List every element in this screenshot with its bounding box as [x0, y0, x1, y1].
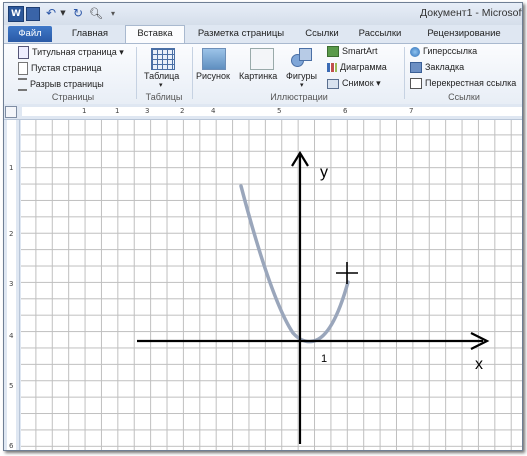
tab-selector-icon[interactable] — [5, 106, 17, 118]
ruler-track — [22, 107, 522, 116]
screenshot-button[interactable]: Снимок ▾ — [327, 78, 381, 89]
picture-icon[interactable] — [202, 48, 226, 70]
unit-tick-label: 1 — [321, 353, 327, 365]
ribbon-tabs: Файл Главная Вставка Разметка страницы С… — [4, 25, 522, 43]
cross-reference-icon — [410, 78, 422, 90]
group-tables-label: Таблицы — [145, 92, 183, 102]
window-title: Документ1 - Microsoft Word — [420, 7, 523, 19]
cross-reference-label: Перекрестная ссылка — [425, 78, 517, 88]
document-page[interactable]: y x 1 — [21, 120, 522, 450]
bookmark-icon — [410, 62, 422, 74]
tab-home[interactable]: Главная — [64, 26, 116, 42]
undo-dropdown-icon[interactable]: ▼ — [59, 6, 67, 21]
screenshot-label: Снимок — [342, 78, 374, 88]
table-button[interactable]: Таблица — [144, 71, 179, 81]
print-preview-icon[interactable]: 🔍︎ — [89, 6, 103, 21]
title-bar: W ↶ ▼ ↻ 🔍︎ ▾ Документ1 - Microsoft Word — [4, 3, 522, 26]
ruler-number: 7 — [409, 107, 414, 115]
horizontal-ruler[interactable]: 1 1 2 3 4 5 6 7 — [4, 104, 522, 120]
save-icon[interactable] — [26, 7, 40, 21]
tab-references[interactable]: Ссылки — [300, 26, 344, 42]
clipart-button[interactable]: Картинка — [239, 71, 277, 81]
ruler-number: 4 — [211, 107, 216, 115]
separator — [404, 47, 405, 99]
customize-toolbar-icon[interactable]: ▾ — [108, 6, 118, 21]
graph-drawing[interactable]: y x 1 — [21, 120, 522, 450]
smartart-icon — [327, 46, 339, 58]
tab-page-layout[interactable]: Разметка страницы — [191, 26, 291, 42]
tab-mailings[interactable]: Рассылки — [354, 26, 406, 42]
page-break-button[interactable]: Разрыв страницы — [18, 78, 104, 91]
parabola-curve[interactable] — [239, 184, 350, 344]
y-axis-label: y — [320, 164, 328, 181]
title-page-icon — [18, 46, 29, 59]
table-icon[interactable] — [151, 48, 175, 70]
ruler-number: 6 — [9, 442, 14, 450]
tab-file[interactable]: Файл — [8, 26, 52, 42]
chart-icon — [327, 63, 337, 73]
smartart-button[interactable]: SmartArt — [327, 46, 378, 58]
hyperlink-label: Гиперссылка — [423, 46, 478, 56]
bookmark-label: Закладка — [425, 62, 465, 72]
ruler-number: 2 — [180, 107, 185, 115]
crosshair-cursor-icon — [336, 262, 358, 284]
ruler-number: 3 — [145, 107, 150, 115]
ruler-number: 4 — [9, 332, 14, 340]
ruler-number: 1 — [9, 164, 14, 172]
shapes-label: Фигуры — [286, 71, 318, 81]
vertical-ruler[interactable]: 1 2 3 4 5 6 — [4, 120, 20, 450]
group-illustrations-label: Иллюстрации — [270, 92, 328, 102]
chart-label: Диаграмма — [340, 62, 387, 72]
chart-button[interactable]: Диаграмма — [327, 62, 387, 73]
bookmark-button[interactable]: Закладка — [410, 62, 465, 74]
word-app-icon[interactable]: W — [8, 6, 24, 22]
ribbon: Титульная страница ▾ Пустая страница Раз… — [4, 43, 522, 105]
page-break-label: Разрыв страницы — [30, 78, 104, 89]
clipart-icon[interactable] — [250, 48, 274, 70]
hyperlink-icon — [410, 46, 420, 57]
ruler-number: 5 — [277, 107, 282, 115]
screenshot-icon — [327, 78, 339, 89]
ruler-number: 1 — [115, 107, 120, 115]
group-links-label: Ссылки — [448, 92, 480, 102]
title-page-label: Титульная страница — [32, 46, 117, 57]
separator — [136, 47, 137, 99]
picture-button[interactable]: Рисунок — [196, 71, 230, 81]
undo-icon[interactable]: ↶ — [44, 6, 58, 21]
hyperlink-button[interactable]: Гиперссылка — [410, 46, 477, 57]
blank-page-button[interactable]: Пустая страница — [18, 62, 102, 75]
tab-review[interactable]: Рецензирование — [416, 26, 512, 42]
ruler-number: 6 — [343, 107, 348, 115]
shapes-dropdown-icon[interactable]: ▾ — [300, 81, 304, 89]
page-break-icon — [18, 78, 27, 91]
group-pages-label: Страницы — [51, 92, 95, 102]
tab-insert[interactable]: Вставка — [125, 25, 185, 43]
blank-page-icon — [18, 62, 28, 75]
ruler-number: 5 — [9, 382, 14, 390]
ruler-number: 1 — [82, 107, 87, 115]
blank-page-label: Пустая страница — [31, 62, 102, 73]
redo-icon[interactable]: ↻ — [71, 6, 85, 21]
cross-reference-button[interactable]: Перекрестная ссылка — [410, 78, 517, 90]
shapes-icon[interactable] — [291, 48, 313, 68]
shapes-button[interactable]: Фигуры — [286, 71, 317, 81]
title-page-button[interactable]: Титульная страница ▾ — [18, 46, 124, 59]
smartart-label: SmartArt — [342, 46, 378, 56]
x-axis-label: x — [475, 356, 483, 373]
ruler-number: 3 — [9, 280, 14, 288]
separator — [192, 47, 193, 99]
word-window: W ↶ ▼ ↻ 🔍︎ ▾ Документ1 - Microsoft Word … — [3, 2, 523, 451]
ruler-number: 2 — [9, 230, 14, 238]
table-dropdown-icon[interactable]: ▾ — [159, 81, 163, 89]
